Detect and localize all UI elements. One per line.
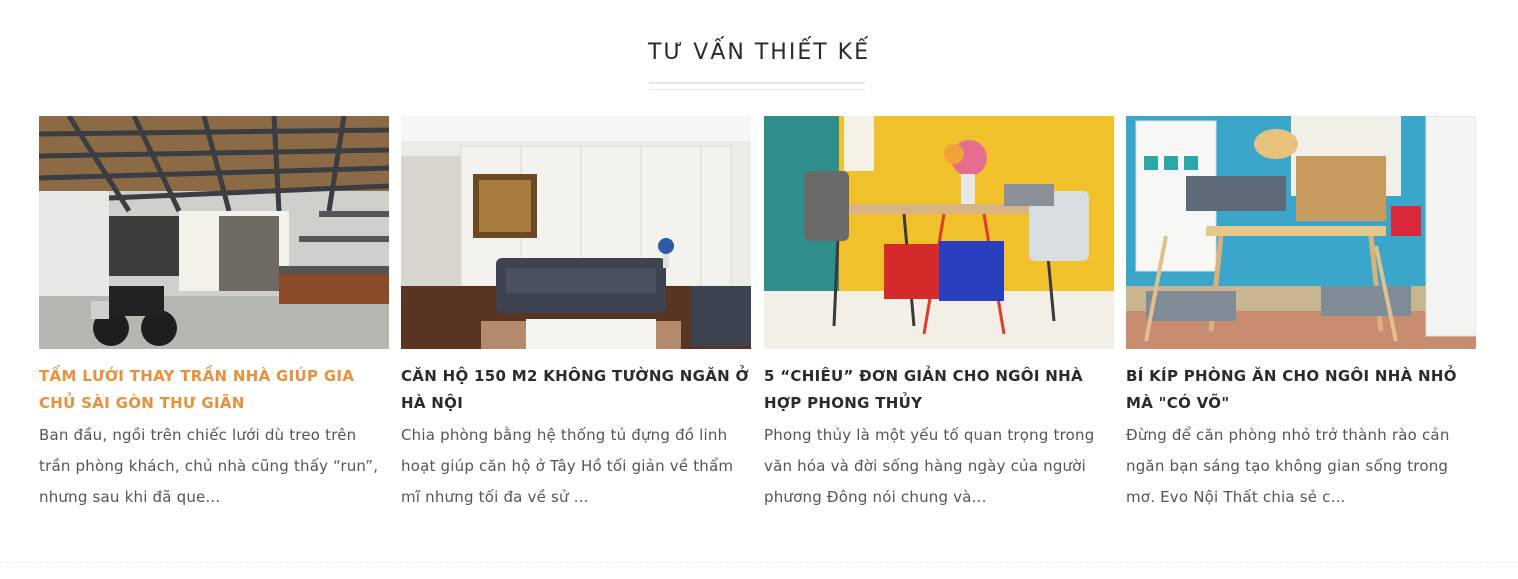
- article-title[interactable]: CĂN HỘ 150 M2 KHÔNG TƯỜNG NGĂN Ở HÀ NỘI: [401, 363, 751, 417]
- section-title: TƯ VẤN THIẾT KẾ: [648, 40, 870, 65]
- article-title[interactable]: BÍ KÍP PHÒNG ĂN CHO NGÔI NHÀ NHỎ MÀ "CÓ …: [1126, 363, 1476, 417]
- article-excerpt: Chia phòng bằng hệ thống tủ đựng đồ linh…: [401, 426, 734, 506]
- article-image-link[interactable]: [1126, 116, 1476, 349]
- section-divider: [0, 562, 1518, 563]
- yellow-office-desk-photo: [764, 116, 1114, 349]
- article-image-link[interactable]: [401, 116, 751, 349]
- loft-net-ceiling-photo: [39, 116, 389, 349]
- title-underline: [649, 82, 865, 90]
- dining-room-photo: [1126, 116, 1476, 349]
- article-card: BÍ KÍP PHÒNG ĂN CHO NGÔI NHÀ NHỎ MÀ "CÓ …: [1126, 116, 1476, 513]
- article-card: TẤM LƯỚI THAY TRẦN NHÀ GIÚP GIA CHỦ SÀI …: [39, 116, 389, 513]
- article-excerpt: Đừng để căn phòng nhỏ trở thành rào cản …: [1126, 426, 1450, 506]
- article-card: 5 “CHIÊU” ĐƠN GIẢN CHO NGÔI NHÀ HỢP PHON…: [764, 116, 1114, 513]
- article-grid: TẤM LƯỚI THAY TRẦN NHÀ GIÚP GIA CHỦ SÀI …: [39, 116, 1479, 516]
- article-title[interactable]: 5 “CHIÊU” ĐƠN GIẢN CHO NGÔI NHÀ HỢP PHON…: [764, 363, 1114, 417]
- article-excerpt: Ban đầu, ngồi trên chiếc lưới dù treo tr…: [39, 426, 379, 506]
- article-title[interactable]: TẤM LƯỚI THAY TRẦN NHÀ GIÚP GIA CHỦ SÀI …: [39, 363, 389, 417]
- article-card: CĂN HỘ 150 M2 KHÔNG TƯỜNG NGĂN Ở HÀ NỘI …: [401, 116, 751, 513]
- article-excerpt: Phong thủy là một yếu tố quan trọng tron…: [764, 426, 1095, 506]
- living-room-sofa-photo: [401, 116, 751, 349]
- article-image-link[interactable]: [39, 116, 389, 349]
- article-image-link[interactable]: [764, 116, 1114, 349]
